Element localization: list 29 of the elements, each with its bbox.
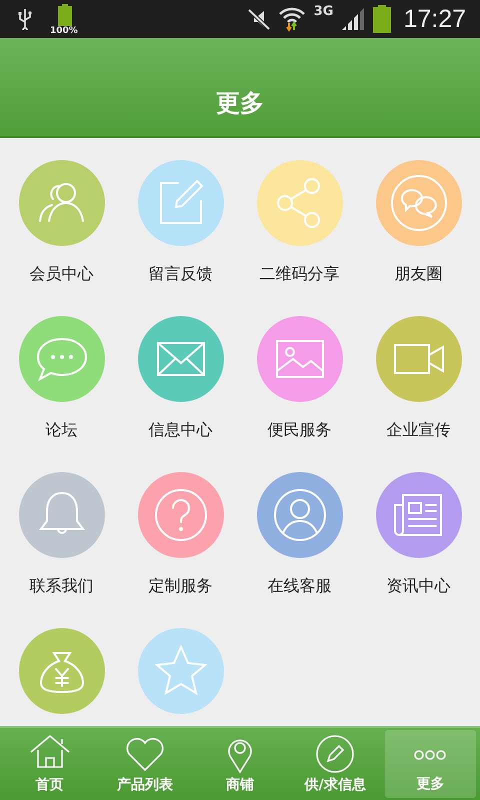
menu-label: 在线客服 [268,576,332,597]
menu-label: 便民服务 [268,420,332,441]
usb-icon [18,8,32,30]
battery-percent: 100% [50,26,78,36]
mute-icon [246,8,270,30]
battery-icon [58,4,72,26]
signal-icon [341,8,366,30]
menu-label: 朋友圈 [394,264,442,285]
tab[interactable]: 更多 [384,730,476,798]
chat-bubbles-icon [388,173,448,233]
menu-label: 信息中心 [148,420,212,441]
menu-label: 二维码分享 [260,264,340,285]
more-icon [413,749,448,761]
menu-label: 定制服务 [148,576,212,597]
page-title: 更多 [216,88,264,119]
tab[interactable]: 商铺 [194,730,286,798]
tab[interactable]: 产品列表 [99,730,190,798]
menu-label: 联系我们 [30,576,94,597]
clock: 17:27 [403,4,466,34]
menu-label: 企业宣传 [386,420,450,441]
menu-label: 留言反馈 [148,264,212,285]
menu-label: 会员中心 [30,264,94,285]
menu-label: 资讯中心 [386,576,450,597]
tab[interactable]: 供/求信息 [290,730,381,798]
network-type: 3G [314,4,334,19]
wifi-icon [278,6,306,32]
battery-icon [373,5,392,33]
menu-label: 论坛 [46,420,78,441]
tab[interactable]: 首页 [4,730,96,798]
